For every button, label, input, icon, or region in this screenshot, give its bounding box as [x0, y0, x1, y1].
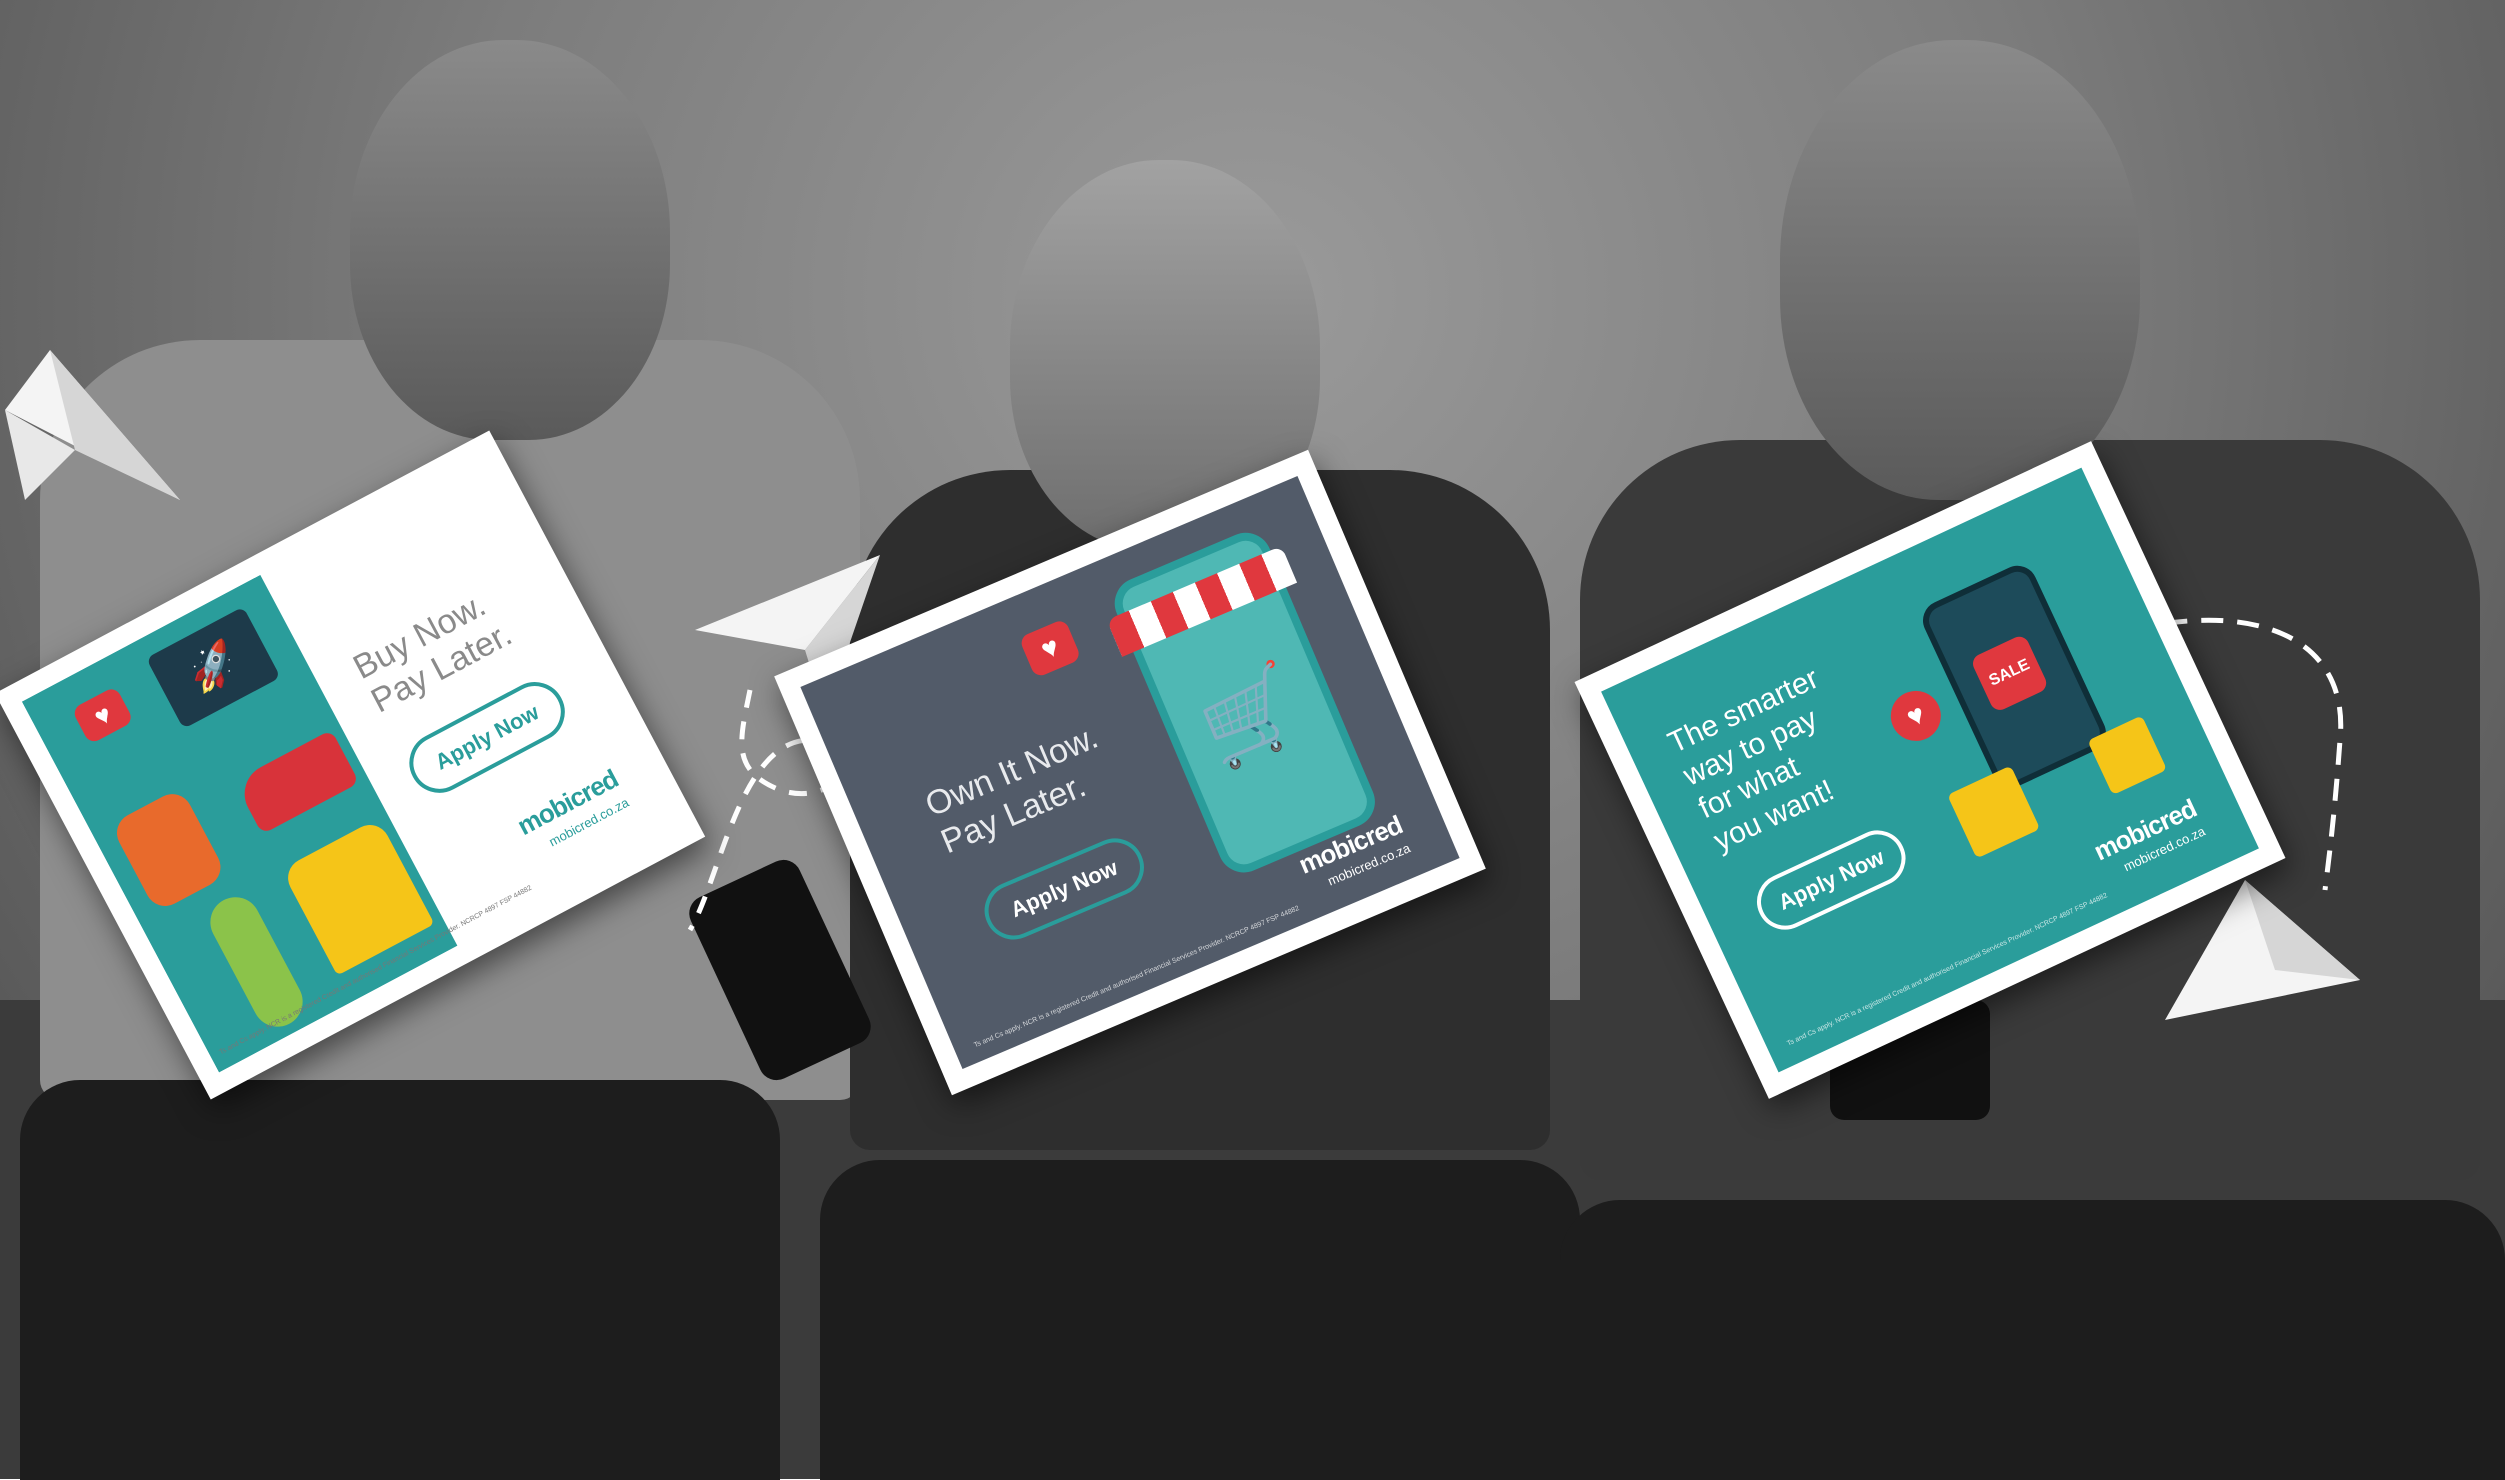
phone-sale-illustration: SALE [1916, 559, 2113, 794]
heart-icon: ♥ [71, 685, 135, 745]
shopping-cart-icon: 🛒 [1187, 655, 1314, 777]
shop-awning [1106, 545, 1298, 657]
sale-tag: SALE [1969, 633, 2050, 714]
apply-now-button[interactable]: Apply Now [1747, 821, 1915, 939]
heart-icon: ♥ [1882, 682, 1950, 750]
rocket-icon: 🚀 [146, 606, 281, 729]
heart-icon: ♥ [1018, 618, 1082, 679]
paper-plane-icon [2165, 880, 2360, 1020]
phone-shop-illustration: 🛒 [1106, 524, 1383, 881]
apply-now-button[interactable]: Apply Now [975, 829, 1153, 949]
card-headline: Own It Now. Pay Later. [919, 717, 1104, 862]
card-headline: The smarter way to pay for what you want… [1663, 661, 1840, 858]
backpack-icon [109, 787, 228, 913]
paper-plane-icon [5, 350, 180, 500]
sneaker-icon [234, 729, 360, 835]
